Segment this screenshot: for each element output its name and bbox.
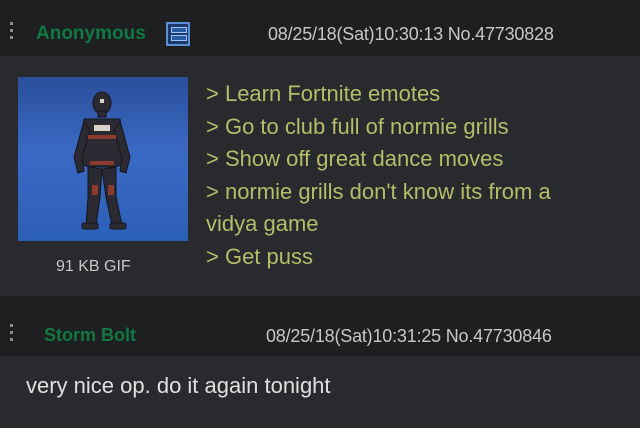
- post-datetime-number[interactable]: 08/25/18(Sat)10:31:25 No.47730846: [266, 326, 552, 347]
- file-info: 91 KB GIF: [56, 258, 131, 275]
- greentext-line: > Learn Fortnite emotes: [206, 81, 441, 106]
- greentext-line: > Show off great dance moves: [206, 146, 504, 171]
- poster-name[interactable]: Anonymous: [36, 23, 146, 45]
- fortnite-character-icon: [73, 91, 131, 230]
- post-menu-icon[interactable]: [10, 22, 14, 43]
- post-menu-icon[interactable]: [10, 324, 14, 345]
- post-header: Anonymous 08/25/18(Sat)10:30:13 No.47730…: [0, 0, 640, 56]
- post-body: > Learn Fortnite emotes > Go to club ful…: [206, 78, 626, 273]
- reply-post: Storm Bolt 08/25/18(Sat)10:31:25 No.4773…: [0, 306, 640, 428]
- greentext-line: vidya game: [206, 211, 319, 236]
- floppy-disk-flag-icon: [166, 22, 190, 46]
- greentext-line: > normie grills don't know its from a: [206, 178, 551, 204]
- reply-comment: very nice op. do it again tonight: [26, 373, 331, 398]
- greentext-line: > Get puss: [206, 243, 314, 269]
- attached-image[interactable]: [18, 77, 188, 241]
- poster-name[interactable]: Storm Bolt: [44, 325, 136, 346]
- post-datetime-number[interactable]: 08/25/18(Sat)10:30:13 No.47730828: [268, 24, 554, 45]
- greentext-line: > Go to club full of normie grills: [206, 113, 509, 139]
- post-header: Storm Bolt 08/25/18(Sat)10:31:25 No.4773…: [0, 306, 640, 356]
- original-post: Anonymous 08/25/18(Sat)10:30:13 No.47730…: [0, 0, 640, 296]
